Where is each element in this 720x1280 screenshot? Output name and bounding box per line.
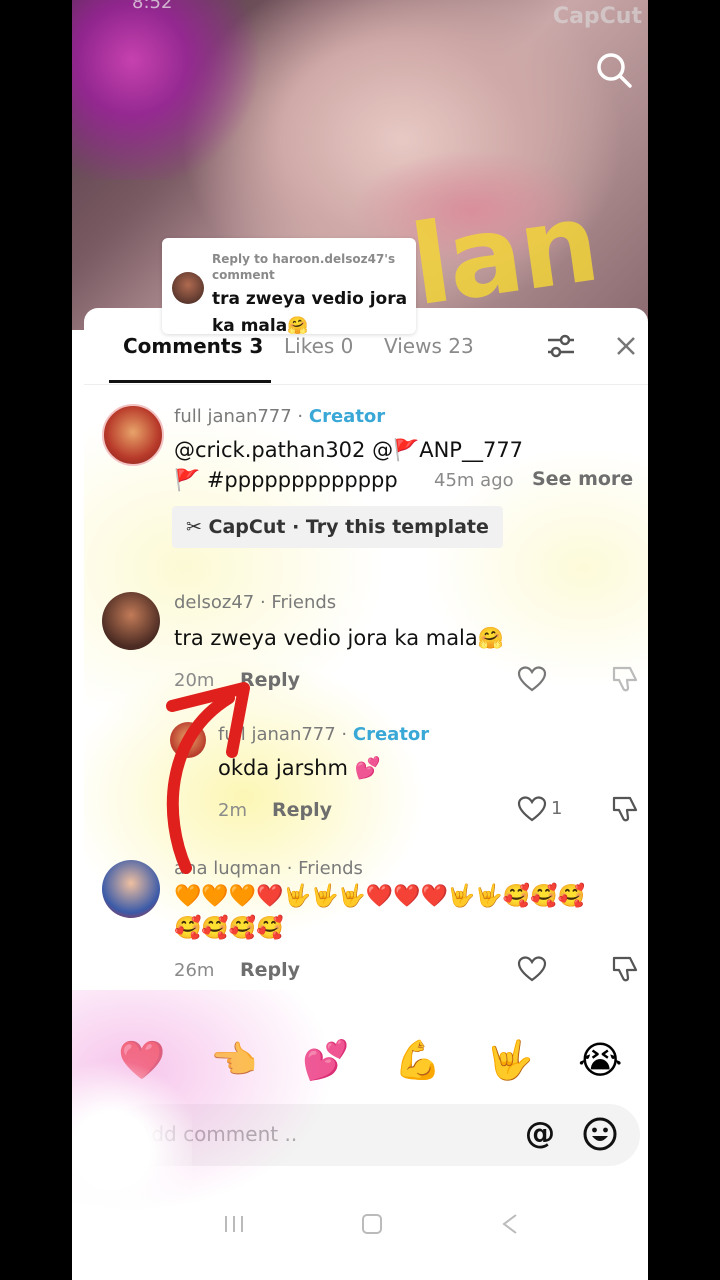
fireworks-effect <box>72 0 272 180</box>
phone-screen: lan 8:52 CapCut Reply to haroon.delsoz47… <box>72 0 648 1280</box>
like-heart-icon[interactable] <box>517 665 547 693</box>
back-icon[interactable] <box>490 1204 530 1244</box>
creator-badge: Creator <box>308 406 386 427</box>
capcut-icon: ✂ <box>186 516 209 538</box>
username-text: full janan777 <box>174 406 292 427</box>
friends-badge: Friends <box>298 858 363 879</box>
capcut-watermark: CapCut <box>552 4 642 29</box>
emoji-two-hearts[interactable]: 💕 <box>302 1036 349 1084</box>
mention-at-button[interactable]: @ <box>522 1116 558 1152</box>
reply-button[interactable]: Reply <box>240 959 300 981</box>
avatar[interactable] <box>102 592 160 650</box>
search-icon[interactable] <box>594 50 634 90</box>
add-comment-bar: Add comment .. @ <box>118 1104 640 1166</box>
dislike-icon[interactable] <box>610 794 640 824</box>
emoji-flexed-biceps[interactable]: 💪 <box>394 1036 441 1084</box>
comment-username[interactable]: full janan777 · Creator <box>174 406 385 427</box>
dislike-icon[interactable] <box>610 954 640 984</box>
like-count: 1 <box>551 798 563 819</box>
username-text: delsoz47 <box>174 592 255 613</box>
reply-to-text: tra zweya vedio jora ka mala🤗 <box>212 289 408 336</box>
comment-username[interactable]: delsoz47 · Friends <box>174 592 336 613</box>
comment-text-line2: 🚩 #ppppppppppppp <box>174 468 398 492</box>
active-tab-indicator <box>109 380 271 383</box>
reply-to-comment-card: Reply to haroon.delsoz47's comment tra z… <box>162 238 416 336</box>
comment-time: 45m ago <box>434 470 514 491</box>
dislike-icon[interactable] <box>610 664 640 694</box>
status-time: 8:52 <box>132 0 173 13</box>
reply-avatar <box>172 272 204 304</box>
like-heart-icon[interactable] <box>517 795 547 823</box>
friends-badge: Friends <box>271 592 337 613</box>
emoji-crying[interactable]: 😭 <box>578 1036 622 1084</box>
reply-to-header: Reply to haroon.delsoz47's comment <box>212 252 396 282</box>
creator-badge: Creator <box>352 724 430 745</box>
white-glow-effect <box>72 1050 192 1250</box>
comment-text-line1: 🧡🧡🧡❤️🤟🤟🤟❤️❤️❤️🤟🤟🥰🥰🥰 <box>174 884 585 909</box>
capcut-template-chip[interactable]: ✂ CapCut · Try this template <box>172 506 503 548</box>
emoji-point-left[interactable]: 👈 <box>210 1036 257 1084</box>
avatar[interactable] <box>102 404 164 466</box>
reply-button[interactable]: Reply <box>272 799 332 821</box>
comment-text-line2: 🥰🥰🥰🥰 <box>174 916 284 941</box>
see-more-link[interactable]: See more <box>532 468 633 490</box>
comment-text-line1: @crick.pathan302 @🚩ANP__777 <box>174 438 524 462</box>
home-icon[interactable] <box>352 1204 392 1244</box>
filter-icon[interactable] <box>546 332 576 360</box>
comment-time: 26m <box>174 960 215 981</box>
recent-apps-icon[interactable] <box>214 1204 254 1244</box>
like-heart-icon[interactable] <box>517 955 547 983</box>
close-icon[interactable] <box>612 332 640 360</box>
capcut-chip-label: CapCut · Try this template <box>208 516 489 538</box>
emoji-love-you-gesture[interactable]: 🤟 <box>486 1036 533 1084</box>
red-arrow-annotation <box>166 682 250 874</box>
emoji-picker-icon[interactable] <box>582 1116 618 1152</box>
tabs-divider <box>84 384 648 385</box>
comment-text: tra zweya vedio jora ka mala🤗 <box>174 626 504 650</box>
